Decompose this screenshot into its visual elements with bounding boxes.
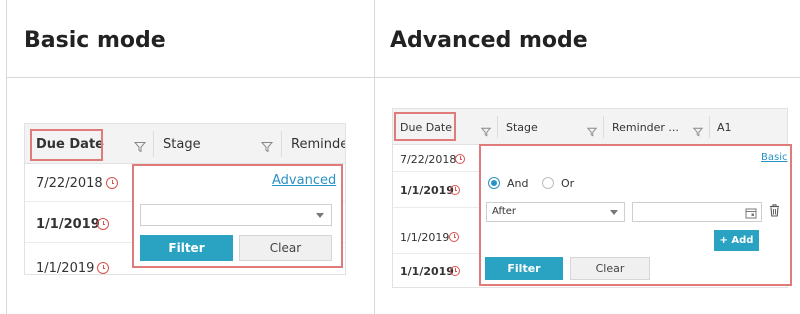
column-reminder[interactable]: Reminder ... bbox=[612, 121, 679, 134]
column-reminder[interactable]: Reminder bbox=[291, 137, 345, 152]
due-date-header-highlight bbox=[30, 129, 103, 161]
filter-button[interactable]: Filter bbox=[140, 235, 233, 261]
operator-value: After bbox=[492, 206, 517, 217]
due-date-cell: 7/22/2018 bbox=[400, 153, 457, 166]
clock-icon bbox=[106, 177, 118, 189]
clock-icon bbox=[450, 185, 460, 195]
header-separator bbox=[281, 131, 282, 157]
or-label: Or bbox=[561, 177, 575, 190]
trash-icon[interactable] bbox=[769, 204, 780, 222]
clock-icon bbox=[455, 154, 465, 164]
due-date-cell: 1/1/2019 bbox=[400, 265, 454, 278]
filter-icon[interactable] bbox=[260, 138, 274, 157]
basic-mode-heading: Basic mode bbox=[24, 28, 166, 53]
due-date-cell: 7/22/2018 bbox=[36, 176, 103, 191]
header-separator bbox=[709, 116, 710, 138]
clear-button[interactable]: Clear bbox=[570, 257, 650, 280]
clock-icon bbox=[450, 266, 460, 276]
column-stage[interactable]: Stage bbox=[163, 137, 201, 152]
filter-value-select[interactable] bbox=[140, 204, 332, 226]
basic-filter-panel: Advanced Filter Clear bbox=[132, 164, 343, 268]
column-a1[interactable]: A1 bbox=[717, 121, 732, 134]
due-date-cell: 1/1/2019 bbox=[36, 217, 100, 232]
clock-icon bbox=[449, 232, 459, 242]
due-date-cell: 1/1/2019 bbox=[400, 184, 454, 197]
clock-icon bbox=[97, 218, 109, 230]
basic-mode-link[interactable]: Basic bbox=[761, 152, 787, 163]
and-radio[interactable] bbox=[488, 177, 500, 189]
header-separator bbox=[153, 131, 154, 157]
add-condition-button[interactable]: + Add bbox=[714, 230, 759, 251]
clock-icon bbox=[97, 262, 109, 274]
column-divider bbox=[374, 0, 375, 314]
or-radio[interactable] bbox=[542, 177, 554, 189]
filter-icon[interactable] bbox=[480, 122, 492, 141]
header-divider bbox=[6, 77, 800, 78]
filter-icon[interactable] bbox=[586, 122, 598, 141]
advanced-filter-panel: Basic And Or After + Add Filter Clear bbox=[479, 144, 792, 286]
chevron-down-icon bbox=[316, 213, 324, 218]
column-stage[interactable]: Stage bbox=[506, 121, 538, 134]
filter-icon[interactable] bbox=[133, 138, 147, 157]
advanced-mode-link[interactable]: Advanced bbox=[272, 173, 336, 188]
and-label: And bbox=[507, 177, 529, 190]
filter-icon[interactable] bbox=[692, 122, 704, 141]
due-date-header-highlight bbox=[394, 112, 456, 141]
operator-select[interactable]: After bbox=[486, 202, 625, 222]
radio-icon bbox=[491, 180, 497, 186]
filter-button[interactable]: Filter bbox=[485, 257, 563, 280]
date-input[interactable] bbox=[632, 202, 762, 222]
chevron-down-icon bbox=[610, 210, 618, 215]
header-separator bbox=[603, 116, 604, 138]
calendar-icon[interactable] bbox=[745, 206, 757, 224]
due-date-cell: 1/1/2019 bbox=[400, 231, 450, 244]
header-separator bbox=[497, 116, 498, 138]
clear-button[interactable]: Clear bbox=[239, 235, 332, 261]
due-date-cell: 1/1/2019 bbox=[36, 261, 95, 275]
advanced-mode-heading: Advanced mode bbox=[390, 28, 588, 53]
